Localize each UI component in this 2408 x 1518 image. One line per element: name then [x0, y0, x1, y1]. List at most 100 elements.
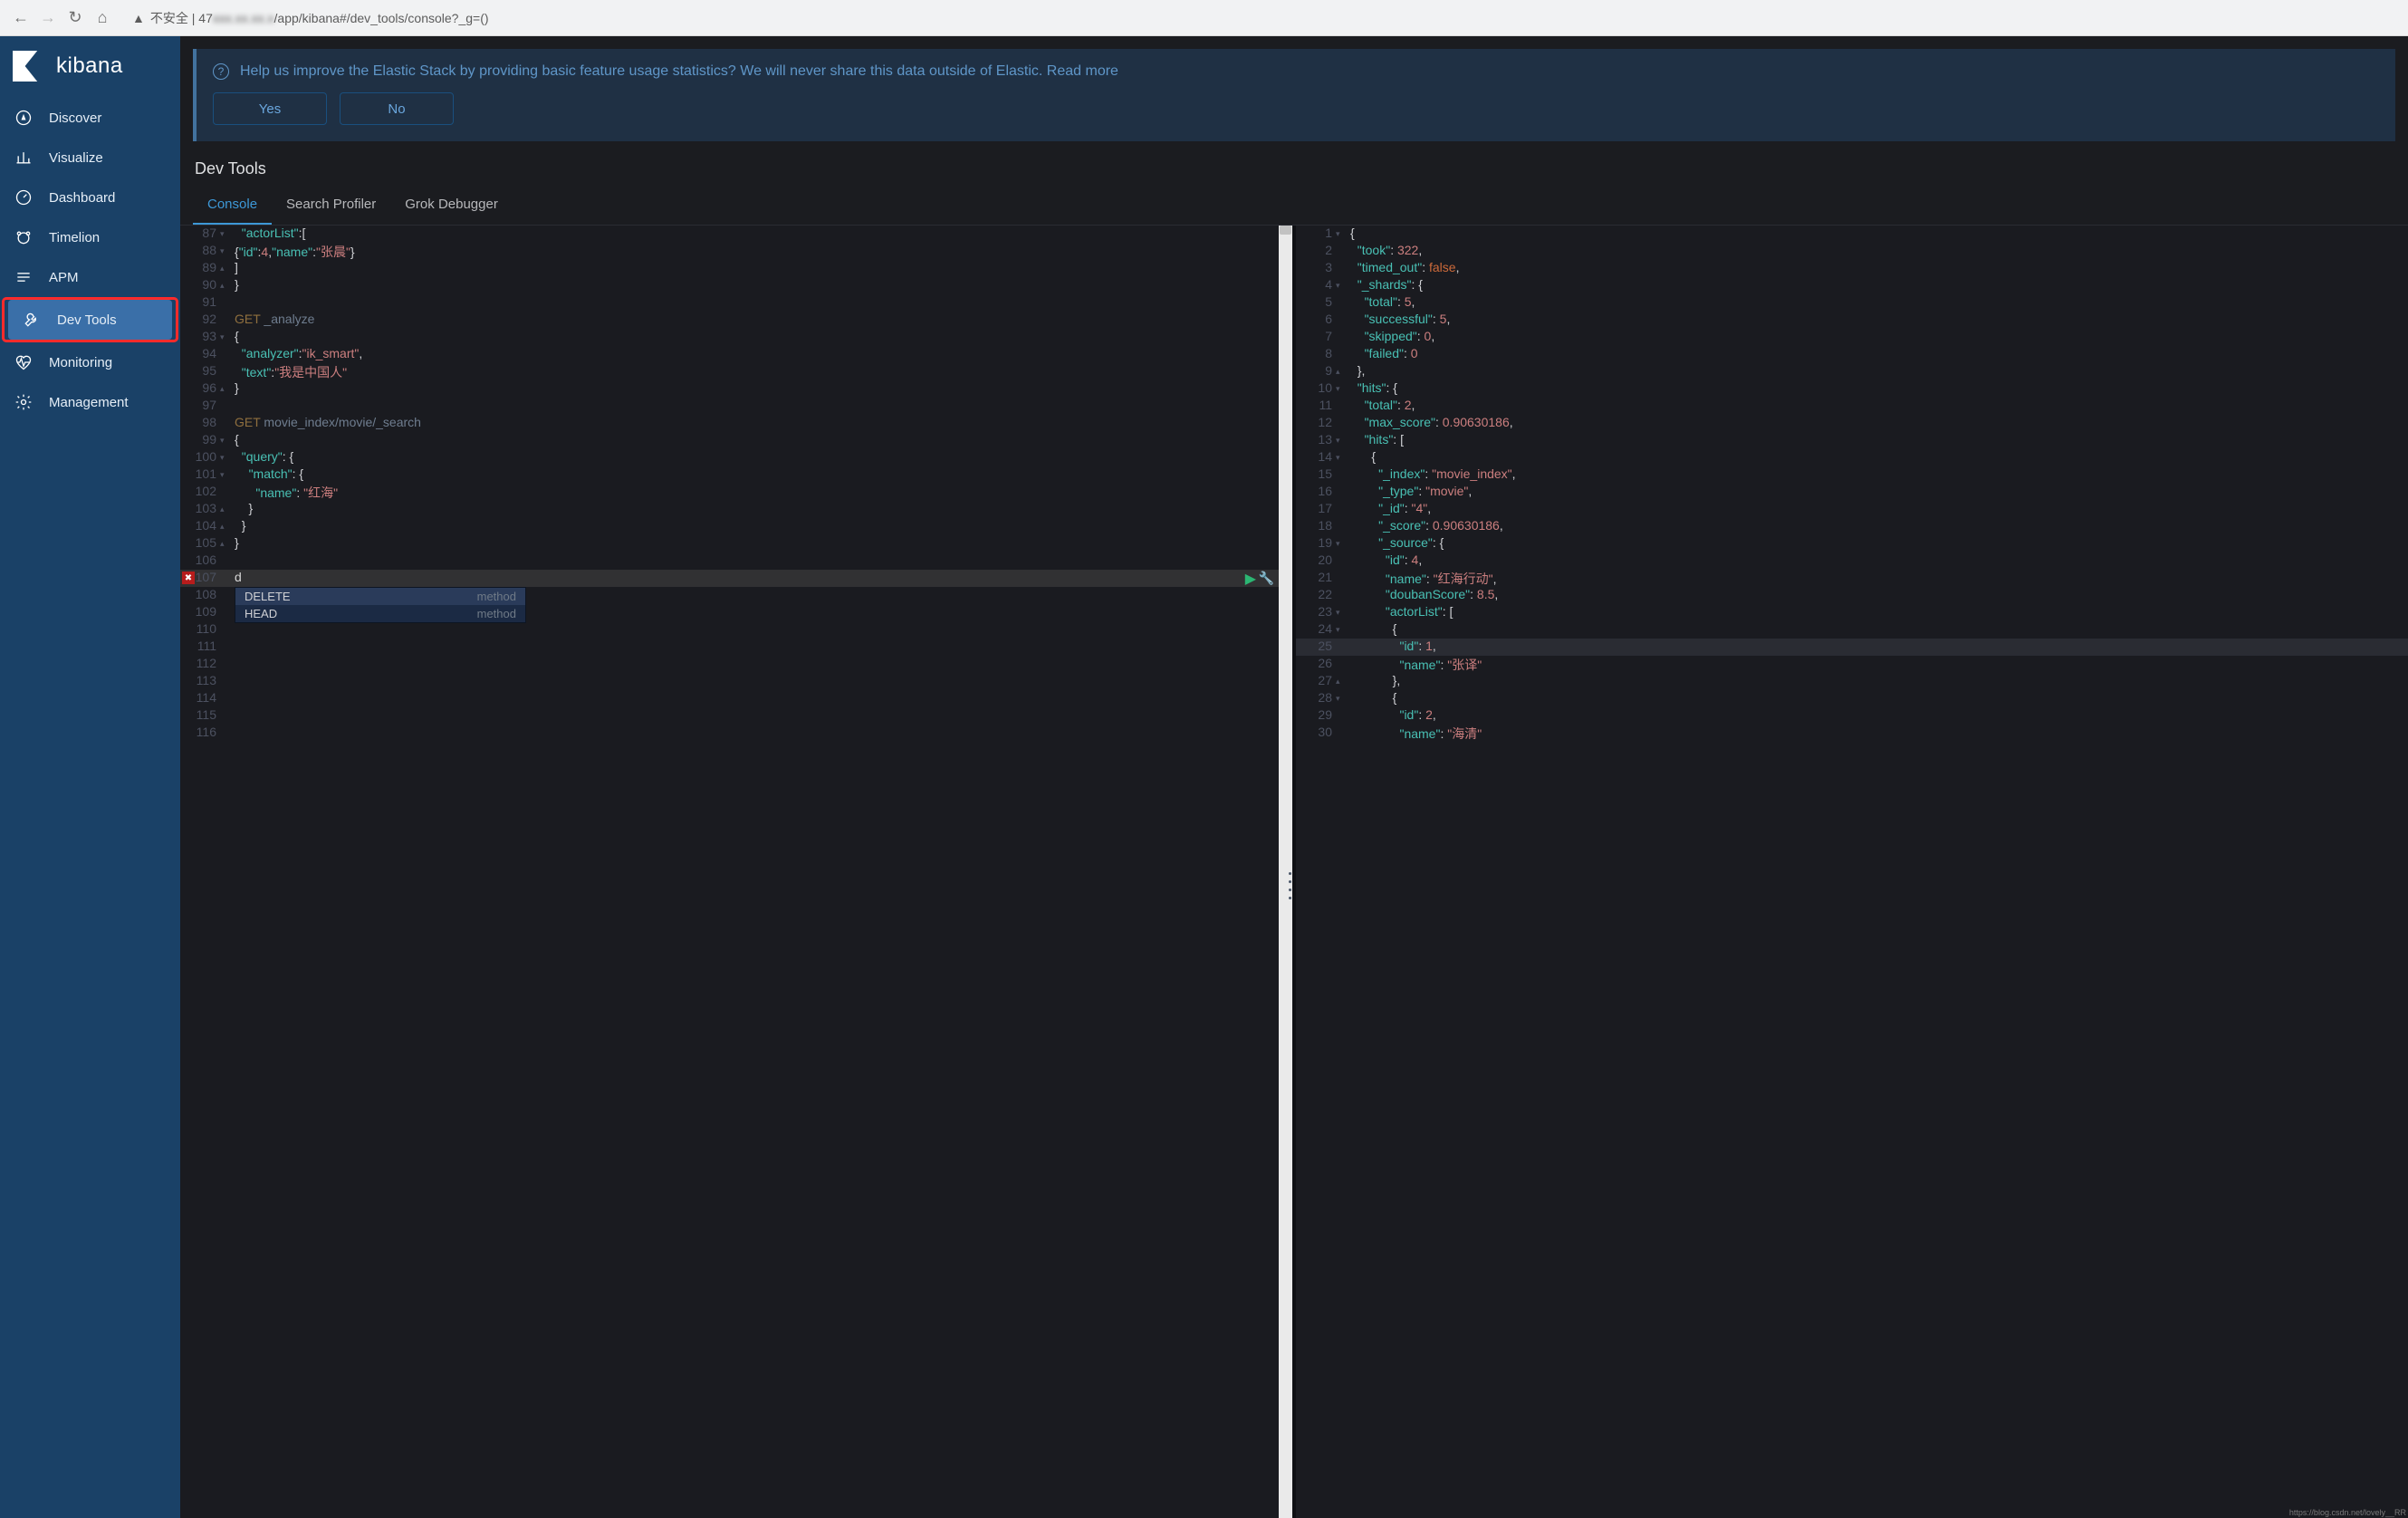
code-line[interactable]: 13▾ "hits": [ — [1296, 432, 2408, 449]
back-button[interactable]: ← — [7, 5, 34, 32]
code-line[interactable]: 113 — [180, 673, 1292, 690]
code-line[interactable]: 28▾ { — [1296, 690, 2408, 707]
autocomplete-item[interactable]: HEADmethod — [235, 605, 525, 622]
home-button[interactable]: ⌂ — [89, 5, 116, 32]
address-bar[interactable]: ▲ 不安全 | 47 xxx.xx.xx.x /app/kibana#/dev_… — [123, 5, 2401, 31]
code-line[interactable]: 106 — [180, 552, 1292, 570]
code-line[interactable]: 7 "skipped": 0, — [1296, 329, 2408, 346]
insecure-icon: ▲ — [132, 11, 145, 25]
code-line[interactable]: 90▴} — [180, 277, 1292, 294]
brand-row[interactable]: kibana — [0, 36, 180, 98]
sidebar: kibana Discover VisualizeDashboardTimelio… — [0, 36, 180, 1518]
code-line[interactable]: 110 — [180, 621, 1292, 639]
sidebar-item-monitoring[interactable]: Monitoring — [0, 342, 180, 382]
code-line[interactable]: 2 "took": 322, — [1296, 243, 2408, 260]
code-line[interactable]: 100▾ "query": { — [180, 449, 1292, 466]
tab-search-profiler[interactable]: Search Profiler — [272, 186, 390, 225]
code-line[interactable]: 20 "id": 4, — [1296, 552, 2408, 570]
code-line[interactable]: 4▾ "_shards": { — [1296, 277, 2408, 294]
code-line[interactable]: 107d — [180, 570, 1292, 587]
execute-request-button[interactable]: ▶ — [1245, 570, 1256, 588]
code-line[interactable]: 97 — [180, 398, 1292, 415]
code-line[interactable]: 17 "_id": "4", — [1296, 501, 2408, 518]
autocomplete-item[interactable]: DELETEmethod — [235, 588, 525, 605]
browser-toolbar: ← → ↻ ⌂ ▲ 不安全 | 47 xxx.xx.xx.x /app/kiba… — [0, 0, 2408, 36]
code-line[interactable]: 11 "total": 2, — [1296, 398, 2408, 415]
code-line[interactable]: 103▴ } — [180, 501, 1292, 518]
insecure-label: 不安全 — [150, 9, 188, 27]
code-line[interactable]: 1▾{ — [1296, 226, 2408, 243]
sidebar-item-visualize[interactable]: Visualize — [0, 138, 180, 178]
sidebar-item-label: Dev Tools — [57, 312, 117, 328]
code-line[interactable]: 3 "timed_out": false, — [1296, 260, 2408, 277]
code-line[interactable]: 26 "name": "张译" — [1296, 656, 2408, 673]
sidebar-item-dev-tools[interactable]: Dev Tools — [8, 300, 172, 340]
sidebar-item-apm[interactable]: APM — [0, 257, 180, 297]
url-path: /app/kibana#/dev_tools/console?_g=() — [274, 11, 489, 25]
code-line[interactable]: 96▴} — [180, 380, 1292, 398]
response-output-pane[interactable]: 1▾{2 "took": 322,3 "timed_out": false,4▾… — [1296, 226, 2408, 1518]
code-line[interactable]: 92GET _analyze — [180, 312, 1292, 329]
gauge-icon — [14, 188, 33, 207]
code-line[interactable]: 18 "_score": 0.90630186, — [1296, 518, 2408, 535]
code-line[interactable]: 105▴} — [180, 535, 1292, 552]
code-line[interactable]: 99▾{ — [180, 432, 1292, 449]
code-line[interactable]: 94 "analyzer":"ik_smart", — [180, 346, 1292, 363]
code-line[interactable]: 89▴] — [180, 260, 1292, 277]
code-line[interactable]: 21 "name": "红海行动", — [1296, 570, 2408, 587]
tab-grok-debugger[interactable]: Grok Debugger — [390, 186, 513, 225]
code-line[interactable]: 8 "failed": 0 — [1296, 346, 2408, 363]
sidebar-item-management[interactable]: Management — [0, 382, 180, 422]
code-line[interactable]: 5 "total": 5, — [1296, 294, 2408, 312]
code-line[interactable]: 115 — [180, 707, 1292, 725]
code-line[interactable]: 98GET movie_index/movie/_search — [180, 415, 1292, 432]
code-line[interactable]: 29 "id": 2, — [1296, 707, 2408, 725]
banner-no-button[interactable]: No — [340, 92, 454, 125]
sidebar-item-dashboard[interactable]: Dashboard — [0, 178, 180, 217]
compass-icon — [14, 109, 33, 127]
code-line[interactable]: 25 "id": 1, — [1296, 639, 2408, 656]
request-editor-pane[interactable]: 87▾ "actorList":[88▾{"id":4,"name":"张晨"}… — [180, 226, 1296, 1518]
code-line[interactable]: 93▾{ — [180, 329, 1292, 346]
code-line[interactable]: 104▴ } — [180, 518, 1292, 535]
code-line[interactable]: 14▾ { — [1296, 449, 2408, 466]
code-line[interactable]: 112 — [180, 656, 1292, 673]
autocomplete-popup[interactable]: DELETEmethodHEADmethod — [235, 587, 526, 623]
reload-button[interactable]: ↻ — [62, 5, 89, 32]
code-line[interactable]: 6 "successful": 5, — [1296, 312, 2408, 329]
code-line[interactable]: 95 "text":"我是中国人" — [180, 363, 1292, 380]
code-line[interactable]: 27▴ }, — [1296, 673, 2408, 690]
code-line[interactable]: 111 — [180, 639, 1292, 656]
code-line[interactable]: 16 "_type": "movie", — [1296, 484, 2408, 501]
gear-icon — [14, 393, 33, 411]
code-line[interactable]: 9▴ }, — [1296, 363, 2408, 380]
bear-icon — [14, 228, 33, 246]
sidebar-item-discover[interactable]: Discover — [0, 98, 180, 138]
sidebar-item-label: Discover — [49, 110, 101, 126]
bar-chart-icon — [14, 149, 33, 167]
telemetry-banner: ? Help us improve the Elastic Stack by p… — [193, 49, 2395, 141]
code-line[interactable]: 91 — [180, 294, 1292, 312]
code-line[interactable]: 116 — [180, 725, 1292, 742]
code-line[interactable]: 88▾{"id":4,"name":"张晨"} — [180, 243, 1292, 260]
main-content: ? Help us improve the Elastic Stack by p… — [180, 36, 2408, 1518]
url-prefix: 47 — [198, 11, 213, 25]
code-line[interactable]: 19▾ "_source": { — [1296, 535, 2408, 552]
request-options-button[interactable]: 🔧 — [1259, 571, 1274, 586]
forward-button[interactable]: → — [34, 5, 62, 32]
code-line[interactable]: 22 "doubanScore": 8.5, — [1296, 587, 2408, 604]
code-line[interactable]: 30 "name": "海清" — [1296, 725, 2408, 742]
banner-yes-button[interactable]: Yes — [213, 92, 327, 125]
pane-resize-handle[interactable] — [1289, 872, 1296, 899]
code-line[interactable]: 23▾ "actorList": [ — [1296, 604, 2408, 621]
tab-console[interactable]: Console — [193, 186, 272, 225]
code-line[interactable]: 114 — [180, 690, 1292, 707]
code-line[interactable]: 12 "max_score": 0.90630186, — [1296, 415, 2408, 432]
code-line[interactable]: 101▾ "match": { — [180, 466, 1292, 484]
code-line[interactable]: 102 "name": "红海" — [180, 484, 1292, 501]
sidebar-item-timelion[interactable]: Timelion — [0, 217, 180, 257]
code-line[interactable]: 10▾ "hits": { — [1296, 380, 2408, 398]
code-line[interactable]: 15 "_index": "movie_index", — [1296, 466, 2408, 484]
code-line[interactable]: 24▾ { — [1296, 621, 2408, 639]
code-line[interactable]: 87▾ "actorList":[ — [180, 226, 1292, 243]
